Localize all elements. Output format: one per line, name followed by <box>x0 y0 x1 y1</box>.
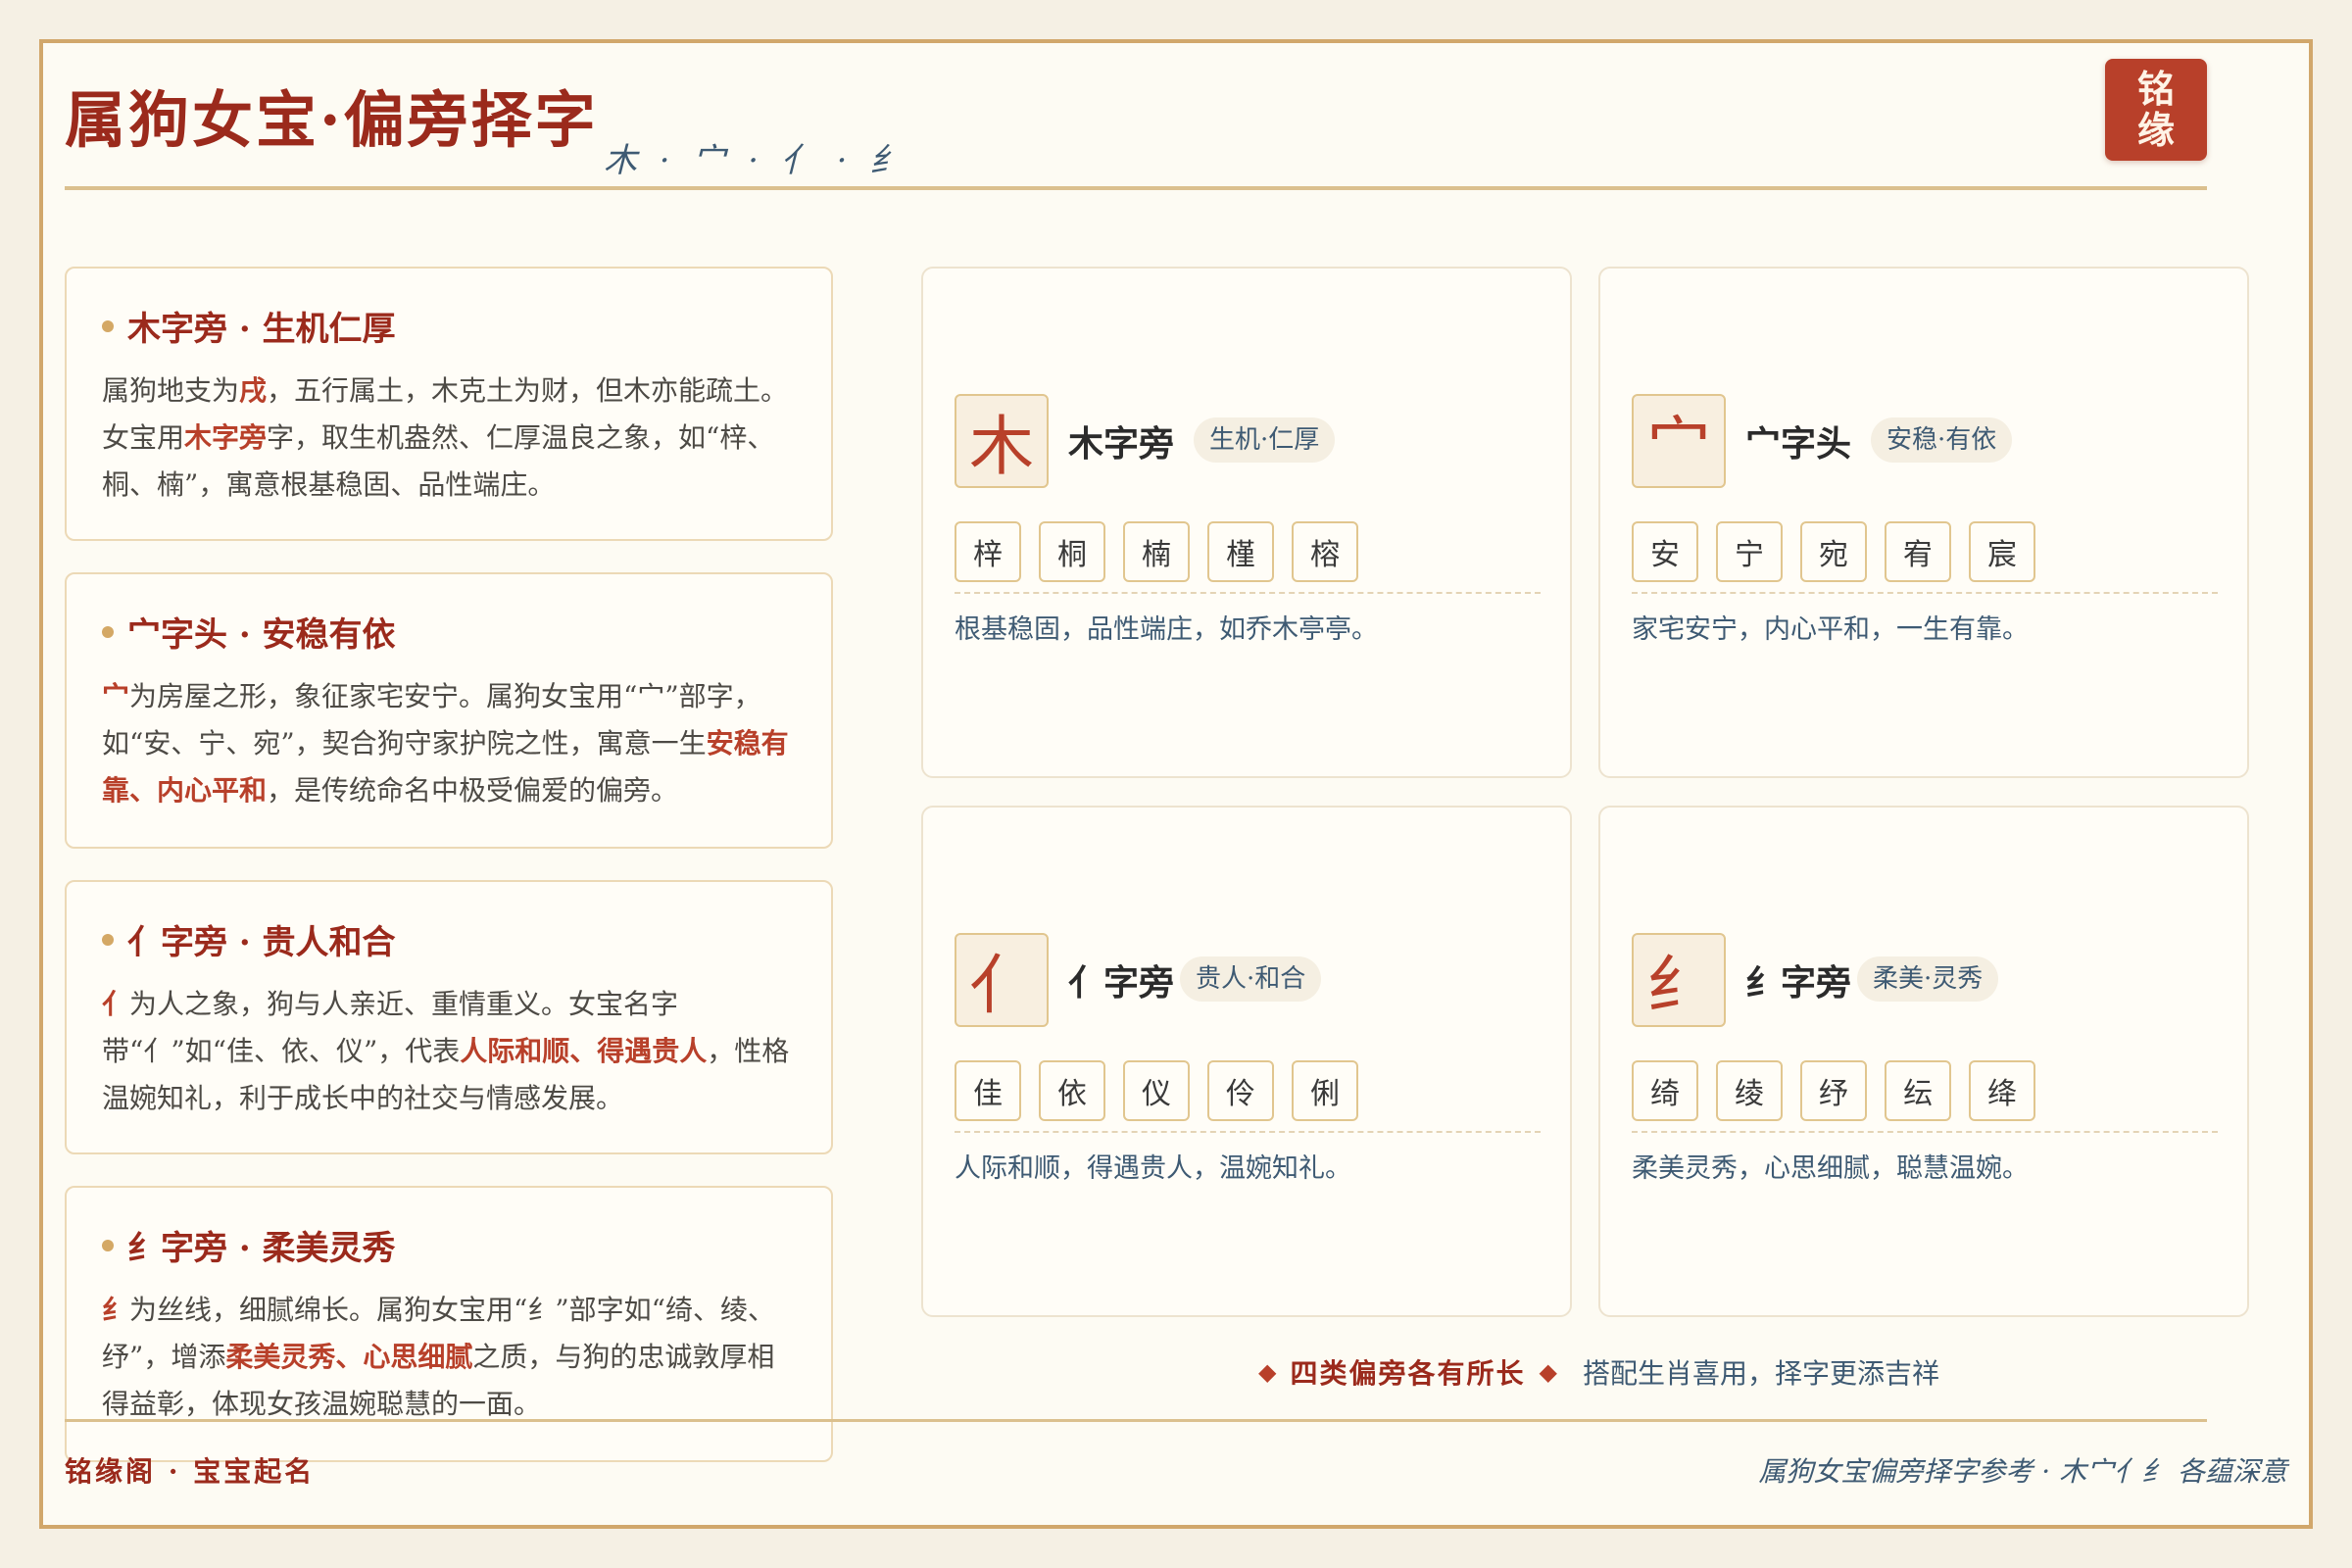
radical-glyph: 亻 <box>955 933 1049 1027</box>
card-title: 亻字旁 · 贵人和合 <box>102 915 796 963</box>
page-subtitle: 木 · 宀 · 亻 · 纟 <box>604 141 909 180</box>
radical-title: 亻字旁 <box>1068 962 1175 1004</box>
radical-title: 纟字旁 <box>1745 962 1852 1004</box>
summary-light: 搭配生肖喜用，择字更添吉祥 <box>1582 1357 1939 1390</box>
summary-strong: 四类偏旁各有所长 <box>1290 1357 1526 1390</box>
card-title: 木字旁 · 生机仁厚 <box>102 302 796 350</box>
radical-desc: 根基稳固，品性端庄，如乔木亭亭。 <box>955 614 1378 645</box>
card-title-text: 亻字旁 · 贵人和合 <box>127 923 396 962</box>
example-char-chip: 宸 <box>1969 521 2035 582</box>
diamond-icon: ◆ <box>1258 1358 1277 1386</box>
example-char-chip: 仪 <box>1123 1060 1190 1121</box>
radical-glyph: 宀 <box>1632 394 1726 488</box>
brand-seal: 铭 缘 <box>2105 59 2207 161</box>
highlight-text: 纟 <box>102 1294 130 1326</box>
highlight-text: 柔美灵秀、心思细腻 <box>225 1341 473 1373</box>
highlight-text: 宀 <box>102 680 130 712</box>
body-text: 属狗地支为 <box>102 374 240 407</box>
radical-title: 木字旁 <box>1068 423 1175 465</box>
body-text: 为房屋之形，象征家宅安宁。属狗女宝用“宀”部字，如“安、宁、宛”，契合狗守家护院… <box>102 680 761 760</box>
diamond-icon: ◆ <box>1539 1358 1557 1386</box>
radical-desc: 柔美灵秀，心思细腻，聪慧温婉。 <box>1632 1153 2029 1184</box>
bullet-dot-icon <box>102 1239 114 1251</box>
bullet-dot-icon <box>102 933 114 946</box>
example-char-chip: 安 <box>1632 521 1698 582</box>
dashed-divider <box>955 592 1541 594</box>
card-title-text: 宀字头 · 安稳有依 <box>127 615 396 655</box>
body-text: ，是传统命名中极受偏爱的偏旁。 <box>267 774 679 807</box>
example-char-chip: 纾 <box>1800 1060 1867 1121</box>
example-char-chip: 楠 <box>1123 521 1190 582</box>
card-body: 纟为丝线，细腻绵长。属狗女宝用“纟”部字如“绮、绫、纾”，增添柔美灵秀、心思细腻… <box>102 1287 796 1428</box>
radical-card-roof: 宀宀字头 安稳·有依安宁宛宥宸家宅安宁，内心平和，一生有靠。 <box>1598 267 2249 778</box>
example-char-chip: 绫 <box>1716 1060 1783 1121</box>
example-chars: 绮绫纾纭绛 <box>1632 1060 2035 1121</box>
dashed-divider <box>1632 1131 2218 1133</box>
summary-line: ◆ 四类偏旁各有所长 ◆ 搭配生肖喜用，择字更添吉祥 <box>1245 1352 1939 1392</box>
radical-desc: 家宅安宁，内心平和，一生有靠。 <box>1632 614 2029 645</box>
example-char-chip: 桐 <box>1039 521 1105 582</box>
card-body: 亻为人之象，狗与人亲近、重情重义。女宝名字带“亻”如“佳、依、仪”，代表人际和顺… <box>102 981 796 1122</box>
radical-title: 宀字头 <box>1745 423 1852 465</box>
example-chars: 佳依仪伶俐 <box>955 1060 1358 1121</box>
radical-tag: 贵人·和合 <box>1180 956 1322 1002</box>
radical-tag: 柔美·灵秀 <box>1857 956 1999 1002</box>
header-divider <box>65 186 2207 190</box>
example-char-chip: 槿 <box>1207 521 1274 582</box>
card-title-text: 纟字旁 · 柔美灵秀 <box>127 1229 396 1268</box>
card-body: 属狗地支为戌，五行属土，木克土为财，但木亦能疏土。女宝用木字旁字，取生机盎然、仁… <box>102 368 796 509</box>
example-char-chip: 宁 <box>1716 521 1783 582</box>
example-char-chip: 依 <box>1039 1060 1105 1121</box>
radical-card-person: 亻亻字旁 贵人·和合佳依仪伶俐人际和顺，得遇贵人，温婉知礼。 <box>921 806 1572 1317</box>
example-char-chip: 纭 <box>1885 1060 1951 1121</box>
example-char-chip: 绛 <box>1969 1060 2035 1121</box>
radical-card-silk: 纟纟字旁 柔美·灵秀绮绫纾纭绛柔美灵秀，心思细腻，聪慧温婉。 <box>1598 806 2249 1317</box>
example-char-chip: 宥 <box>1885 521 1951 582</box>
footer-brand: 铭缘阁 · 宝宝起名 <box>65 1455 316 1488</box>
example-char-chip: 榕 <box>1292 521 1358 582</box>
card-body: 宀为房屋之形，象征家宅安宁。属狗女宝用“宀”部字，如“安、宁、宛”，契合狗守家护… <box>102 673 796 814</box>
footer-note: 属狗女宝偏旁择字参考 · 木宀亻纟 各蕴深意 <box>1758 1455 2287 1488</box>
bullet-dot-icon <box>102 319 114 332</box>
radical-glyph: 纟 <box>1632 933 1726 1027</box>
footer-divider <box>65 1419 2207 1422</box>
example-char-chip: 伶 <box>1207 1060 1274 1121</box>
radical-glyph: 木 <box>955 394 1049 488</box>
radical-tag: 生机·仁厚 <box>1194 417 1336 463</box>
radical-card-wood: 木木字旁 生机·仁厚梓桐楠槿榕根基稳固，品性端庄，如乔木亭亭。 <box>921 267 1572 778</box>
seal-char-2: 缘 <box>2136 108 2175 152</box>
seal-char-1: 铭 <box>2136 67 2175 111</box>
highlight-text: 木字旁 <box>184 421 268 454</box>
highlight-text: 戌 <box>239 374 268 407</box>
example-char-chip: 俐 <box>1292 1060 1358 1121</box>
example-chars: 梓桐楠槿榕 <box>955 521 1358 582</box>
highlight-text: 亻 <box>102 988 130 1020</box>
card-title: 纟字旁 · 柔美灵秀 <box>102 1221 796 1269</box>
example-char-chip: 梓 <box>955 521 1021 582</box>
radical-explain-card-roof: 宀字头 · 安稳有依 宀为房屋之形，象征家宅安宁。属狗女宝用“宀”部字，如“安、… <box>65 572 833 849</box>
highlight-text: 人际和顺、得遇贵人 <box>460 1035 708 1067</box>
radical-explain-card-person: 亻字旁 · 贵人和合 亻为人之象，狗与人亲近、重情重义。女宝名字带“亻”如“佳、… <box>65 880 833 1154</box>
radical-explain-card-wood: 木字旁 · 生机仁厚 属狗地支为戌，五行属土，木克土为财，但木亦能疏土。女宝用木… <box>65 267 833 541</box>
dashed-divider <box>1632 592 2218 594</box>
page-title: 属狗女宝·偏旁择字 <box>65 84 599 156</box>
example-char-chip: 绮 <box>1632 1060 1698 1121</box>
radical-tag: 安稳·有依 <box>1871 417 2013 463</box>
radical-desc: 人际和顺，得遇贵人，温婉知礼。 <box>955 1153 1351 1184</box>
example-chars: 安宁宛宥宸 <box>1632 521 2035 582</box>
card-title: 宀字头 · 安稳有依 <box>102 608 796 656</box>
bullet-dot-icon <box>102 625 114 638</box>
card-title-text: 木字旁 · 生机仁厚 <box>127 310 396 349</box>
example-char-chip: 佳 <box>955 1060 1021 1121</box>
dashed-divider <box>955 1131 1541 1133</box>
example-char-chip: 宛 <box>1800 521 1867 582</box>
